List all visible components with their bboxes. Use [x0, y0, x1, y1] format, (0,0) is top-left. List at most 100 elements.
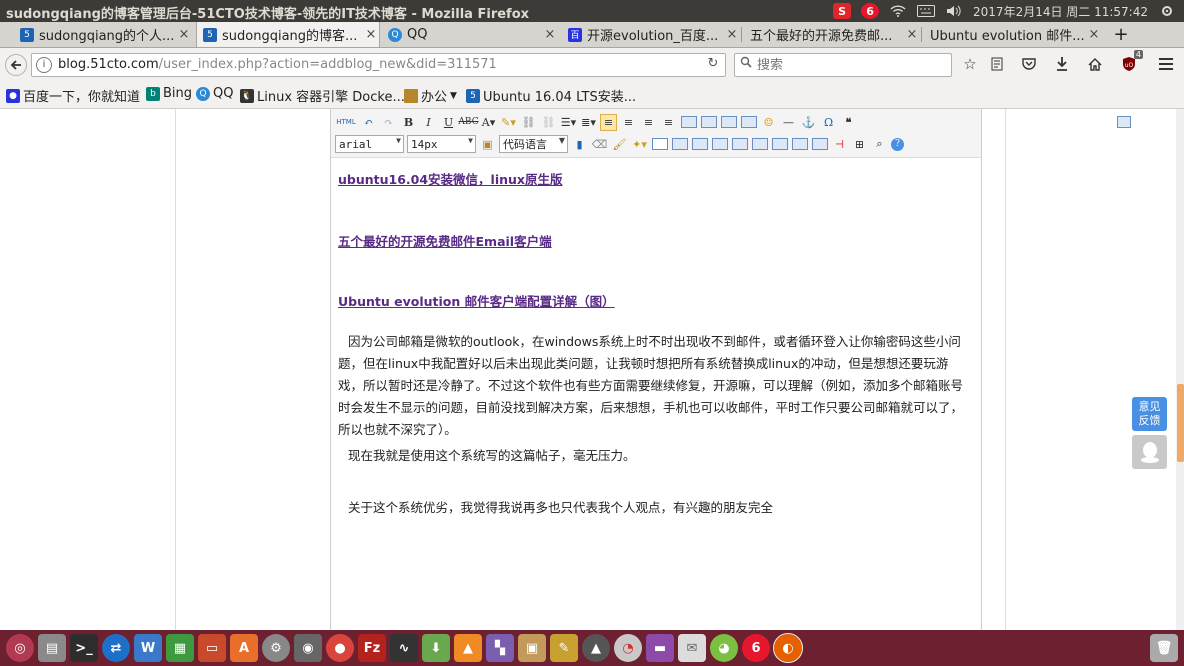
reload-icon[interactable]: ↻ [704, 56, 722, 72]
tab-blog-admin[interactable]: 5 sudongqiang的博客... × [196, 22, 380, 47]
insert-col-right-icon[interactable] [771, 136, 788, 153]
weibo-dock-icon[interactable]: 6 [742, 634, 770, 662]
text-editor-icon[interactable]: ✎ [550, 634, 578, 662]
calc-icon[interactable]: ▦ [166, 634, 194, 662]
tab-ubuntu-evolution[interactable]: Ubuntu evolution 邮件... × [924, 22, 1102, 47]
close-icon[interactable]: × [1086, 27, 1102, 42]
tab-baidu-evolution[interactable]: 百 开源evolution_百度... × [562, 22, 740, 47]
clock[interactable]: 2017年2月14日 周二 11:57:42 [973, 3, 1148, 20]
search-box[interactable] [734, 53, 952, 77]
search-input[interactable] [755, 56, 939, 74]
bookmark-ubuntu-install[interactable]: 5 Ubuntu 16.04 LTS安装... [466, 86, 636, 105]
pocket-icon[interactable] [1018, 54, 1040, 74]
files-icon[interactable]: ▤ [38, 634, 66, 662]
help-icon[interactable]: ? [891, 137, 904, 151]
url-bar[interactable]: i blog.51cto.com/user_index.php?action=a… [31, 53, 726, 77]
download-manager-icon[interactable]: ⬇ [422, 634, 450, 662]
image-right-icon[interactable] [740, 114, 757, 131]
blockquote-icon[interactable]: ❝ [840, 114, 857, 131]
close-icon[interactable]: × [904, 27, 920, 42]
keyboard-icon[interactable] [917, 3, 936, 19]
bookmark-folder-office[interactable]: 办公 ▼ [404, 86, 457, 105]
reading-list-icon[interactable] [986, 54, 1008, 74]
scrollbar-thumb[interactable] [1177, 384, 1184, 462]
scrollbar-track[interactable] [1176, 109, 1184, 630]
impress-icon[interactable]: ▭ [198, 634, 226, 662]
software-center-icon[interactable]: A [230, 634, 258, 662]
align-center-icon[interactable]: ≡ [620, 114, 637, 131]
close-icon[interactable]: × [363, 27, 379, 42]
numbered-list-icon[interactable]: ≣▾ [580, 114, 597, 131]
archive-manager-icon[interactable]: ▣ [518, 634, 546, 662]
inkscape-icon[interactable]: ▲ [582, 634, 610, 662]
ublock-icon[interactable]: uO 4 [1118, 50, 1143, 74]
link-icon[interactable]: ⛓ [520, 114, 537, 131]
qq-contact-button[interactable] [1132, 435, 1167, 469]
terminal-icon[interactable]: >_ [70, 634, 98, 662]
doc-link-wechat[interactable]: ubuntu16.04安装微信，linux原生版 [338, 169, 970, 191]
special-char-icon[interactable]: Ω [820, 114, 837, 131]
wifi-icon[interactable] [889, 3, 907, 19]
eraser-icon[interactable]: ⌫ [591, 136, 608, 153]
fullscreen-icon[interactable] [1115, 114, 1132, 131]
page-break-icon[interactable]: ▮ [571, 136, 588, 153]
unlink-icon[interactable]: ⛓ [540, 114, 557, 131]
italic-icon[interactable]: I [420, 114, 437, 131]
workspace-switcher-icon[interactable]: ▚ [486, 634, 514, 662]
insert-frame-icon[interactable] [651, 136, 668, 153]
screenshot-icon[interactable]: ◔ [614, 634, 642, 662]
search-replace-icon[interactable]: ⌕ [871, 136, 888, 153]
settings-gear-icon[interactable] [1158, 3, 1176, 19]
system-monitor-icon[interactable]: ∿ [390, 634, 418, 662]
weibo-icon[interactable]: 6 [861, 3, 880, 19]
camera-icon[interactable]: ◉ [294, 634, 322, 662]
tab-qq[interactable]: Q QQ × [382, 22, 558, 47]
back-button[interactable] [5, 54, 27, 76]
bookmark-bing[interactable]: b Bing [146, 86, 192, 101]
merge-cells-icon[interactable] [811, 136, 828, 153]
editor-document[interactable]: ubuntu16.04安装微信，linux原生版 五个最好的开源免费邮件Emai… [338, 169, 970, 519]
insert-col-left-icon[interactable] [751, 136, 768, 153]
dash-home-icon[interactable]: ◎ [6, 634, 34, 662]
bullet-list-icon[interactable]: ☰▾ [560, 114, 577, 131]
writer-icon[interactable]: W [134, 634, 162, 662]
doc-link-email-clients[interactable]: 五个最好的开源免费邮件Email客户端 [338, 231, 970, 253]
insert-image-icon[interactable]: ▣ [479, 136, 496, 153]
font-size-select[interactable]: 14px ▼ [407, 135, 476, 153]
close-icon[interactable]: × [724, 27, 740, 42]
bookmark-star-icon[interactable]: ☆ [959, 54, 981, 74]
bookmark-qq[interactable]: Q QQ [196, 86, 233, 101]
delete-col-icon[interactable] [791, 136, 808, 153]
auto-format-icon[interactable]: ✦▾ [631, 136, 648, 153]
split-cells-icon[interactable]: ⊣ [831, 136, 848, 153]
firefox-icon[interactable]: ◐ [773, 633, 803, 663]
align-justify-icon[interactable]: ≡ [660, 114, 677, 131]
chrome-icon[interactable]: ● [326, 634, 354, 662]
emoticon-icon[interactable]: ☺ [760, 114, 777, 131]
redo-icon[interactable]: ↷ [380, 114, 397, 131]
align-right-icon[interactable]: ≡ [640, 114, 657, 131]
underline-icon[interactable]: U [440, 114, 457, 131]
volume-icon[interactable] [945, 3, 963, 19]
new-tab-button[interactable]: + [1108, 22, 1134, 47]
close-icon[interactable]: × [542, 27, 558, 42]
insert-row-above-icon[interactable] [691, 136, 708, 153]
image-left-icon[interactable] [680, 114, 697, 131]
site-info-icon[interactable]: i [36, 57, 52, 73]
delete-row-icon[interactable] [731, 136, 748, 153]
insert-table-icon[interactable] [671, 136, 688, 153]
bookmark-baidu[interactable]: ● 百度一下，你就知道 [6, 86, 140, 105]
code-language-select[interactable]: 代码语言 ▼ [499, 135, 568, 153]
feedback-button[interactable]: 意见 反馈 [1132, 397, 1167, 431]
html-source-button[interactable]: HTML [335, 114, 357, 131]
filezilla-icon[interactable]: Fz [358, 634, 386, 662]
tab-email-clients[interactable]: 五个最好的开源免费邮... × [744, 22, 920, 47]
rich-text-editor[interactable]: HTML ↶ ↷ B I U ABC A▾ ✎▾ ⛓ ⛓ ☰▾ ≣▾ ≡ ≡ ≡… [330, 109, 1131, 630]
download-icon[interactable] [1051, 54, 1073, 74]
image-inline-icon[interactable] [700, 114, 717, 131]
menu-hamburger-icon[interactable] [1155, 54, 1177, 74]
url-text[interactable]: blog.51cto.com/user_index.php?action=add… [58, 57, 497, 72]
mail-client-icon[interactable]: ✉ [678, 634, 706, 662]
undo-icon[interactable]: ↶ [360, 114, 377, 131]
insert-row-below-icon[interactable] [711, 136, 728, 153]
